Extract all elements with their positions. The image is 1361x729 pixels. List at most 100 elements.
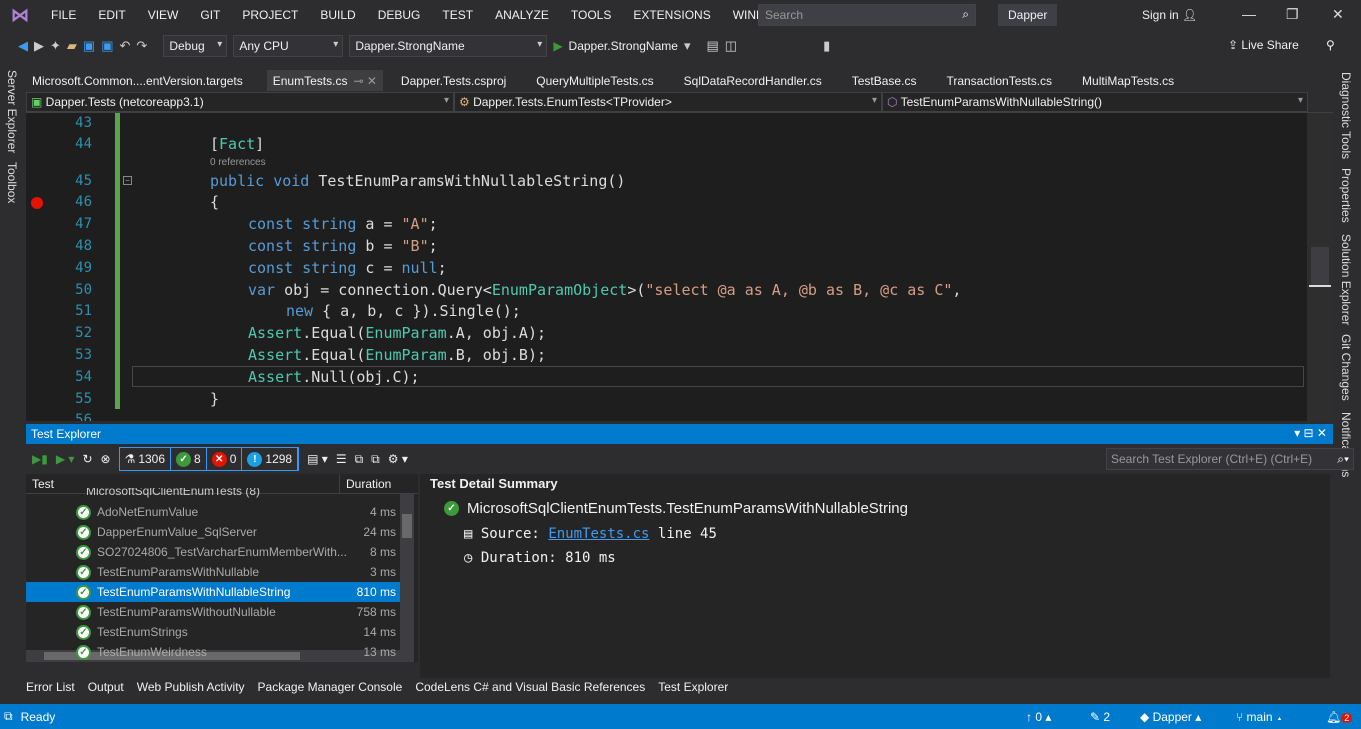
menu-edit[interactable]: EDIT bbox=[87, 8, 136, 22]
menu-debug[interactable]: DEBUG bbox=[367, 8, 432, 22]
bottom-tab[interactable]: Error List bbox=[20, 678, 82, 698]
run-button[interactable]: Dapper.StrongName bbox=[569, 39, 678, 53]
bottom-tab[interactable]: Package Manager Console bbox=[251, 678, 410, 698]
bottom-tab[interactable]: Test Explorer bbox=[652, 678, 736, 698]
redo-icon[interactable]: ↷ bbox=[136, 38, 147, 54]
diagnostic-tools-tab[interactable]: Diagnostic Tools bbox=[1339, 72, 1353, 159]
tab-3[interactable]: QueryMultipleTests.cs bbox=[530, 70, 659, 91]
run-icon[interactable]: ▶ ▾ bbox=[56, 452, 75, 466]
menu-view[interactable]: VIEW bbox=[137, 8, 190, 22]
test-row[interactable]: ✓ TestEnumParamsWithNullable 3 ms bbox=[26, 562, 400, 582]
sign-in-link[interactable]: Sign in 👤︎ bbox=[1142, 8, 1197, 22]
save-all-icon[interactable]: ▣ bbox=[101, 38, 113, 54]
total-tests-filter[interactable]: ⚗ 1306 bbox=[120, 448, 172, 470]
tab-2[interactable]: Dapper.Tests.csproj bbox=[395, 70, 512, 91]
bookmark-icon[interactable]: ▮ bbox=[823, 38, 830, 54]
breakpoint-icon[interactable] bbox=[31, 197, 43, 209]
failed-tests-filter[interactable]: ✕ 0 bbox=[207, 448, 243, 470]
changes-indicator[interactable]: ✎ 2 bbox=[1090, 710, 1110, 724]
code-editor[interactable]: 0 references − 43 44 [Fact] 45 public void T… bbox=[26, 113, 1333, 421]
source-link[interactable]: EnumTests.cs bbox=[548, 526, 649, 542]
test-row[interactable]: ✓ AdoNetEnumValue 4 ms bbox=[26, 502, 400, 522]
test-row[interactable]: ✓ TestEnumParamsWithoutNullable 758 ms bbox=[26, 602, 400, 622]
project-nav-select[interactable]: ▣ Dapper.Tests (netcoreapp3.1) bbox=[26, 92, 454, 112]
startup-project-select[interactable]: Dapper.StrongName bbox=[349, 35, 548, 57]
not-run-tests-filter[interactable]: ! 1298 bbox=[242, 448, 299, 470]
server-explorer-tab[interactable]: Server Explorer bbox=[5, 70, 19, 153]
passed-tests-filter[interactable]: ✓ 8 bbox=[171, 448, 207, 470]
cancel-run-icon[interactable]: ⊗ bbox=[101, 452, 111, 466]
close-button[interactable]: ✕ bbox=[1332, 6, 1344, 23]
tab-4[interactable]: SqlDataRecordHandler.cs bbox=[678, 70, 828, 91]
test-row[interactable]: ✓ TestEnumStrings 14 ms bbox=[26, 622, 400, 642]
dropdown-icon[interactable]: ▾ bbox=[684, 38, 691, 54]
forward-icon[interactable]: ▶ bbox=[34, 38, 44, 54]
code-line: [Fact] bbox=[210, 135, 264, 153]
collapse-all-icon[interactable]: ⧉ bbox=[371, 452, 380, 467]
group-by-icon[interactable]: ☰ bbox=[336, 452, 347, 466]
bottom-tab[interactable]: CodeLens C# and Visual Basic References bbox=[409, 678, 653, 698]
browse-icon[interactable]: ◫ bbox=[725, 38, 737, 54]
menu-extensions[interactable]: EXTENSIONS bbox=[622, 8, 721, 22]
live-share-button[interactable]: ⇪ Live Share bbox=[1228, 38, 1299, 52]
test-row[interactable]: ✓ TestEnumWeirdness 13 ms bbox=[26, 642, 400, 662]
menu-tools[interactable]: TOOLS bbox=[560, 8, 622, 22]
test-row[interactable]: ✓ DapperEnumValue_SqlServer 24 ms bbox=[26, 522, 400, 542]
menu-project[interactable]: PROJECT bbox=[231, 8, 309, 22]
config-select[interactable]: Debug bbox=[163, 35, 228, 57]
notifications-bell-icon[interactable]: 🔔︎ 2 bbox=[1326, 710, 1353, 724]
menu-test[interactable]: TEST bbox=[431, 8, 484, 22]
expand-icon[interactable]: ⧉ bbox=[355, 452, 364, 467]
menu-analyze[interactable]: ANALYZE bbox=[484, 8, 560, 22]
git-changes-tab[interactable]: Git Changes bbox=[1339, 334, 1353, 401]
minimize-button[interactable]: — bbox=[1242, 6, 1256, 22]
editor-scrollbar[interactable] bbox=[1307, 113, 1333, 421]
repeat-run-icon[interactable]: ↻ bbox=[82, 452, 92, 466]
bottom-tab[interactable]: Output bbox=[81, 678, 131, 698]
codelens-references[interactable]: 0 references bbox=[210, 157, 266, 168]
tab-5[interactable]: TestBase.cs bbox=[846, 70, 923, 91]
tab-6[interactable]: TransactionTests.cs bbox=[940, 70, 1058, 91]
undo-icon[interactable]: ↶ bbox=[120, 38, 131, 54]
push-indicator[interactable]: ↑ 0 ▴ bbox=[1026, 710, 1051, 724]
line-number: 52 bbox=[75, 325, 92, 342]
search-box[interactable]: Search ⌕ bbox=[758, 4, 976, 26]
maximize-button[interactable]: ❐ bbox=[1286, 6, 1299, 23]
run-all-icon[interactable]: ▶▮ bbox=[32, 452, 48, 466]
member-nav-select[interactable]: ⬡ TestEnumParamsWithNullableString() bbox=[882, 92, 1308, 112]
list-scrollbar[interactable] bbox=[400, 494, 414, 662]
open-folder-icon[interactable]: ▰ bbox=[67, 38, 77, 54]
save-icon[interactable]: ▣ bbox=[83, 38, 95, 54]
repo-selector[interactable]: ◆ Dapper ▴ bbox=[1140, 710, 1201, 724]
bottom-tab[interactable]: Web Publish Activity bbox=[130, 678, 252, 698]
tab-0[interactable]: Microsoft.Common....entVersion.targets bbox=[26, 70, 249, 91]
settings-icon[interactable]: ⚙ ▾ bbox=[388, 452, 408, 466]
solution-explorer-tab[interactable]: Solution Explorer bbox=[1339, 234, 1353, 325]
code-token: [ bbox=[210, 135, 220, 153]
platform-select[interactable]: Any CPU bbox=[233, 35, 344, 57]
code-token: ] bbox=[255, 135, 265, 153]
menu-file[interactable]: FILE bbox=[40, 8, 87, 22]
tab-1[interactable]: EnumTests.cs bbox=[266, 70, 354, 91]
back-icon[interactable]: ◀ bbox=[18, 38, 28, 54]
panel-close-icon[interactable]: ▾ ⊟ ✕ bbox=[1294, 426, 1327, 440]
feedback-icon[interactable]: ⚲ bbox=[1326, 38, 1335, 52]
test-search-input[interactable]: Search Test Explorer (Ctrl+E) (Ctrl+E) ⌕▾ bbox=[1106, 448, 1354, 470]
menu-git[interactable]: GIT bbox=[189, 8, 231, 22]
properties-tab[interactable]: Properties bbox=[1339, 168, 1353, 223]
collapse-icon[interactable]: − bbox=[123, 176, 132, 185]
test-group-row[interactable]: MicrosoftSqlClientEnumTests (8) bbox=[26, 488, 400, 498]
toolbox-icon[interactable]: ▤ bbox=[706, 38, 718, 54]
menu-build[interactable]: BUILD bbox=[309, 8, 366, 22]
playlist-icon[interactable]: ▤ ▾ bbox=[307, 452, 328, 466]
test-row[interactable]: ✓ TestEnumParamsWithNullableString 810 ms bbox=[26, 582, 400, 602]
test-row[interactable]: ✓ SO27024806_TestVarcharEnumMemberWith...… bbox=[26, 542, 400, 562]
new-item-icon[interactable]: ✦ bbox=[50, 38, 61, 54]
toolbox-tab[interactable]: Toolbox bbox=[5, 162, 19, 203]
tab-7[interactable]: MultiMapTests.cs bbox=[1076, 70, 1180, 91]
type-nav-select[interactable]: ⚙ Dapper.Tests.EnumTests<TProvider> bbox=[454, 92, 882, 112]
pin-close-icon[interactable]: ⊸ ✕ bbox=[353, 70, 383, 91]
code-token: EnumParamObject bbox=[491, 280, 628, 299]
run-icon[interactable]: ▶ bbox=[553, 39, 562, 53]
branch-selector[interactable]: ⑂ main ▴ bbox=[1236, 710, 1283, 724]
